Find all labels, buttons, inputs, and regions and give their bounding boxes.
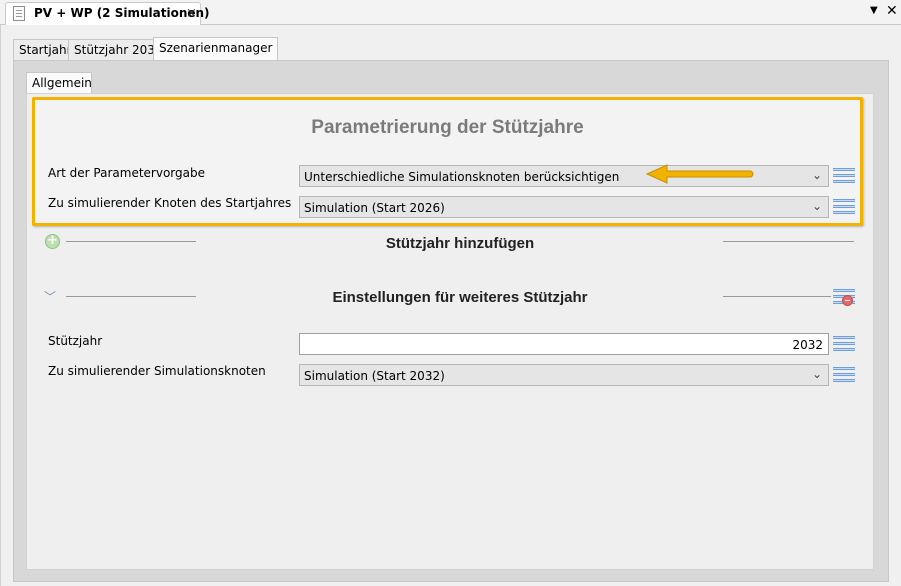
plus-circle-icon[interactable]: + [45,233,60,249]
knoten-startjahr-label: Zu simulierender Knoten des Startjahres [48,196,292,210]
close-view-icon[interactable]: ✕ [886,3,898,19]
list-menu-icon[interactable] [833,199,855,215]
list-menu-icon[interactable] [833,367,855,383]
stuetzjahr-label: Stützjahr [48,334,103,348]
simulationsknoten-label: Zu simulierender Simulationsknoten [48,364,266,378]
view-menu-icon[interactable]: ▼ [870,5,878,16]
divider-line [723,296,831,297]
tab-allgemein[interactable]: Allgemein [26,72,92,94]
chevron-down-icon[interactable]: ﹀ [44,288,56,305]
close-icon[interactable]: × [186,6,197,21]
knoten-startjahr-value: Simulation (Start 2026) [304,201,445,215]
add-section-title[interactable]: Stützjahr hinzufügen [300,235,620,252]
chevron-down-icon: ⌄ [811,199,822,213]
remove-badge-icon[interactable] [842,295,853,306]
list-menu-icon[interactable] [833,336,855,352]
art-parametervorgabe-value: Unterschiedliche Simulationsknoten berüc… [304,170,620,184]
editor-tab-title: PV + WP (2 Simulationen) [34,6,210,20]
stuetzjahr-input[interactable]: 2032 [299,333,829,355]
chevron-down-icon: ⌄ [811,168,822,182]
divider-line [723,241,854,242]
knoten-startjahr-select[interactable]: Simulation (Start 2026) ⌄ [299,196,829,218]
editor-tab[interactable]: PV + WP (2 Simulationen) × [5,2,210,25]
simulationsknoten-value: Simulation (Start 2032) [304,369,445,383]
param-section-title: Parametrierung der Stützjahre [311,117,584,138]
tab-szenarienmanager[interactable]: Szenarienmanager [153,37,279,61]
divider-line [66,296,196,297]
art-parametervorgabe-label: Art der Parametervorgabe [48,166,205,180]
further-section-title: Einstellungen für weiteres Stützjahr [332,289,588,306]
chevron-down-icon: ⌄ [811,367,822,381]
document-icon [13,6,25,21]
divider-line [66,241,196,242]
list-menu-icon[interactable] [833,168,855,184]
simulationsknoten-select[interactable]: Simulation (Start 2032) ⌄ [299,364,829,386]
arrow-left-icon [645,164,754,184]
